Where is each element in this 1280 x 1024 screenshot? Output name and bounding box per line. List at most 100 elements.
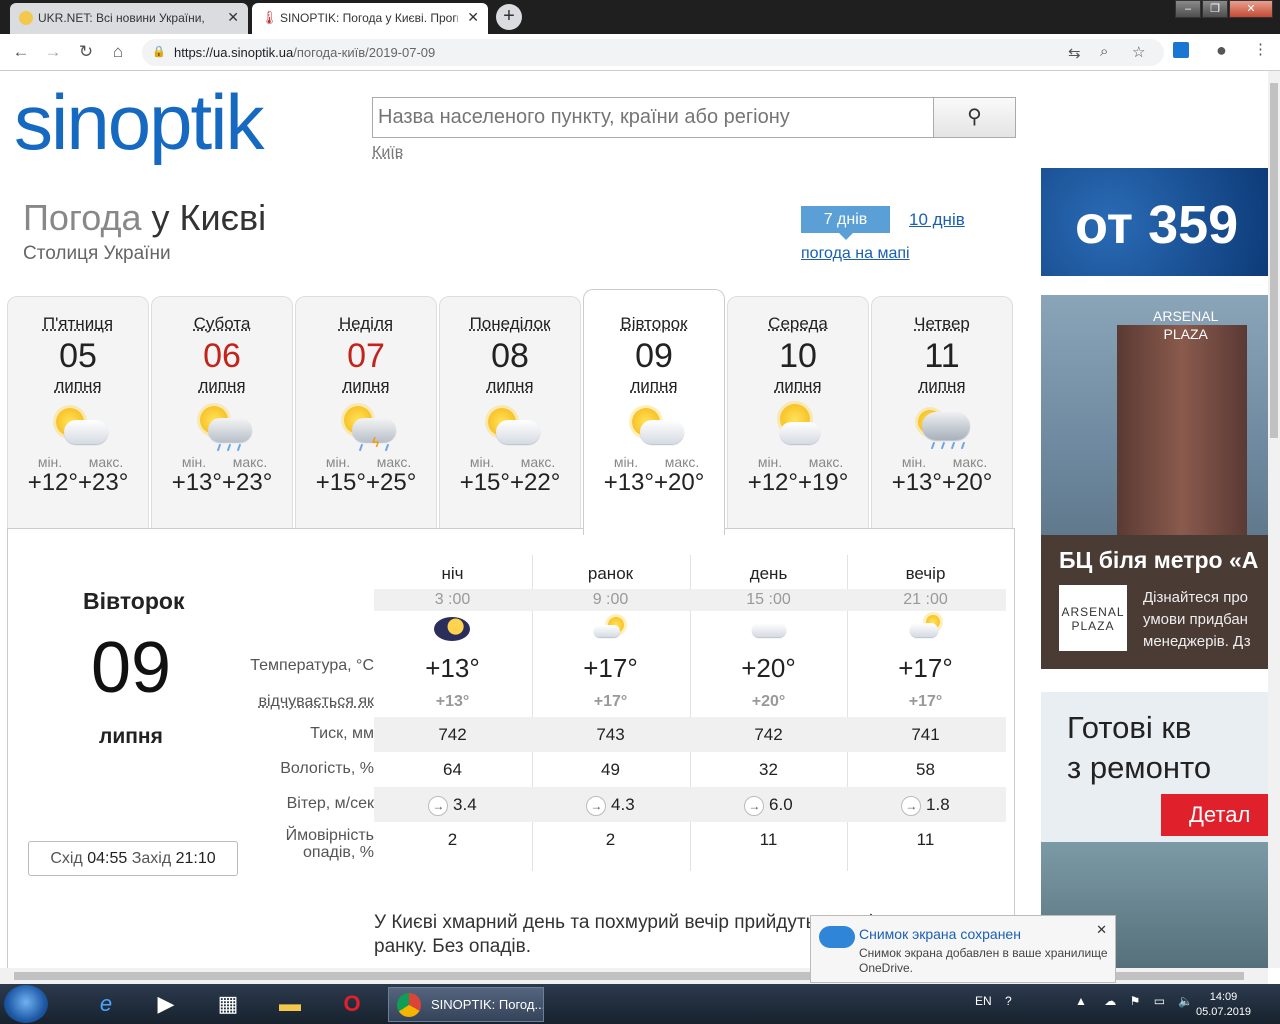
table-row-icons	[234, 611, 1006, 645]
profile-icon[interactable]: ●	[1216, 40, 1227, 61]
tab-ukrnet[interactable]: UKR.NET: Всі новини України, ос ✕	[10, 3, 248, 34]
precip-cell: 11	[916, 830, 935, 849]
humidity-cell: 58	[916, 760, 935, 779]
system-clock[interactable]: 14:09 05.07.2019	[1196, 990, 1251, 1020]
day-tab-thursday[interactable]: Четвер 11 липня мін. макс. +13°+20°	[871, 296, 1013, 528]
language-indicator[interactable]: EN	[975, 994, 992, 1008]
close-window-button[interactable]: ✕	[1229, 0, 1273, 18]
search-input[interactable]	[373, 98, 933, 137]
day-tab-friday[interactable]: П'ятниця 05 липня мін. макс. +12°+23°	[7, 296, 149, 528]
start-button[interactable]	[4, 985, 48, 1023]
new-tab-button[interactable]: +	[496, 4, 522, 30]
min-temp: +12°	[747, 469, 798, 496]
weather-map-link[interactable]: погода на мапі	[801, 245, 910, 263]
day-tab-sunday[interactable]: Неділя 07 липня ϟ мін. макс. +15°+25°	[295, 296, 437, 528]
seven-days-button[interactable]: 7 днів	[801, 206, 890, 240]
temperature-label: Температура, °C	[250, 657, 374, 674]
taskbar-chrome-button[interactable]: SINOPTIK: Погод...	[388, 987, 544, 1022]
temp-cell: +13°	[425, 653, 480, 683]
temp-cell: +20°	[741, 653, 796, 683]
scroll-thumb[interactable]	[1270, 83, 1278, 438]
humidity-cell: 32	[759, 760, 778, 779]
search-button[interactable]: ⚲	[933, 98, 1015, 137]
temp-cell: +17°	[583, 653, 638, 683]
ad-banner-arsenal-plaza[interactable]: ARSENAL PLAZA БЦ біля метро «А ARSENAL PLA…	[1041, 295, 1268, 669]
ad-headline: Готові кв з ремонто	[1067, 710, 1212, 785]
forward-icon[interactable]: →	[43, 42, 63, 62]
zoom-icon[interactable]: ⌕	[1100, 43, 1108, 60]
file-explorer-icon[interactable]: ▬	[264, 987, 316, 1021]
day-date: 08	[491, 337, 529, 375]
flag-icon[interactable]: ⚑	[1130, 994, 1141, 1008]
day-month: липня	[342, 376, 390, 395]
period-night: ніч	[441, 564, 464, 583]
onedrive-notification[interactable]: Снимок экрана сохранен Снимок экрана доб…	[810, 915, 1116, 983]
table-row-times: 3 :00 9 :00 15 :00 21 :00	[234, 589, 1006, 611]
day-month: липня	[486, 376, 534, 395]
url-text[interactable]: https://ua.sinoptik.ua/погода-київ/2019-…	[174, 45, 435, 60]
menu-kebab-icon[interactable]: ⋮	[1253, 40, 1268, 58]
system-tray: EN ? ▲ ☁ ⚑ ▭ 🔈	[975, 994, 1193, 1008]
feels-like-label[interactable]: відчувається як	[234, 693, 374, 711]
precip-cell: 2	[447, 830, 458, 849]
day-date: 07	[347, 337, 385, 375]
ad-details-button[interactable]: Детал	[1161, 794, 1268, 836]
close-icon[interactable]: ✕	[1096, 922, 1107, 938]
back-icon[interactable]: ←	[11, 42, 31, 62]
pressure-cell: 742	[754, 725, 783, 744]
app-icon[interactable]: ▦	[202, 987, 254, 1021]
precipitation-label: Ймовірність опадів, %	[285, 827, 374, 861]
tab-sinoptik[interactable]: 🌡 SINOPTIK: Погода у Києві. Прогн ✕	[252, 3, 488, 34]
close-tab-icon[interactable]: ✕	[467, 9, 479, 26]
wind-cell: → 3.4	[374, 795, 531, 816]
translate-icon[interactable]: ⇆	[1068, 44, 1081, 62]
sun-cloud-icon	[46, 402, 110, 452]
day-tab-saturday[interactable]: Субота 06 липня мін. макс. +13°+23°	[151, 296, 293, 528]
ad-brand: ARSENAL PLAZA	[1153, 308, 1219, 342]
close-tab-icon[interactable]: ✕	[227, 9, 239, 26]
wind-direction-icon: →	[586, 796, 607, 816]
day-tab-tuesday[interactable]: Вівторок 09 липня мін. макс. +13°+20°	[583, 289, 725, 535]
day-month: липня	[630, 376, 678, 395]
network-icon[interactable]: ▭	[1154, 994, 1165, 1008]
wind-cell: → 1.8	[847, 795, 1004, 816]
minimize-button[interactable]: –	[1175, 0, 1201, 18]
detail-month: липня	[99, 725, 163, 748]
help-icon[interactable]: ?	[1005, 994, 1012, 1008]
period-evening: вечір	[905, 564, 946, 583]
sinoptik-logo[interactable]: sinoptik	[14, 77, 264, 168]
day-tab-wednesday[interactable]: Середа 10 липня мін. макс. +12°+19°	[727, 296, 869, 528]
tab-title: UKR.NET: Всі новини України, ос	[38, 11, 208, 25]
onedrive-tray-icon[interactable]: ☁	[1104, 994, 1116, 1008]
day-date: 10	[779, 337, 817, 375]
day-tab-monday[interactable]: Понеділок 08 липня мін. макс. +15°+22°	[439, 296, 581, 528]
reload-icon[interactable]: ↻	[76, 42, 96, 62]
vertical-scrollbar[interactable]	[1268, 71, 1280, 968]
precip-cell: 2	[605, 830, 616, 849]
internet-explorer-icon[interactable]: e	[80, 987, 132, 1021]
volume-icon[interactable]: 🔈	[1178, 994, 1193, 1008]
wind-cell: → 4.3	[532, 795, 689, 816]
wind-label: Вітер, м/сек	[286, 795, 374, 812]
feels-cell: +17°	[593, 693, 628, 710]
hourly-table: ніч ранок день вечір 3 :00 9 :00 15 :00 …	[234, 555, 1006, 871]
bookmark-star-icon[interactable]: ☆	[1132, 43, 1145, 61]
maximize-button[interactable]: ❐	[1202, 0, 1228, 18]
ad-banner-price[interactable]: от 359	[1041, 168, 1268, 276]
ten-days-link[interactable]: 10 днів	[909, 210, 965, 230]
media-player-icon[interactable]: ▶	[140, 987, 192, 1021]
address-bar[interactable]: 🔒 https://ua.sinoptik.ua/погода-київ/201…	[142, 39, 1164, 66]
extension-icon[interactable]	[1173, 42, 1189, 58]
day-name: Четвер	[914, 314, 970, 333]
search-hint-link[interactable]: Київ	[372, 144, 403, 162]
show-hidden-icons[interactable]: ▲	[1075, 994, 1087, 1008]
pressure-label: Тиск, мм	[310, 725, 374, 742]
windows-taskbar: e ▶ ▦ ▬ O SINOPTIK: Погод... EN ? ▲ ☁ ⚑ …	[0, 984, 1280, 1024]
lock-icon: 🔒	[152, 46, 166, 58]
opera-icon[interactable]: O	[326, 987, 378, 1021]
day-month: липня	[918, 376, 966, 395]
time-cell: 9 :00	[592, 591, 629, 608]
day-month: липня	[54, 376, 102, 395]
max-temp: +25°	[366, 469, 417, 496]
home-icon[interactable]: ⌂	[108, 42, 128, 62]
